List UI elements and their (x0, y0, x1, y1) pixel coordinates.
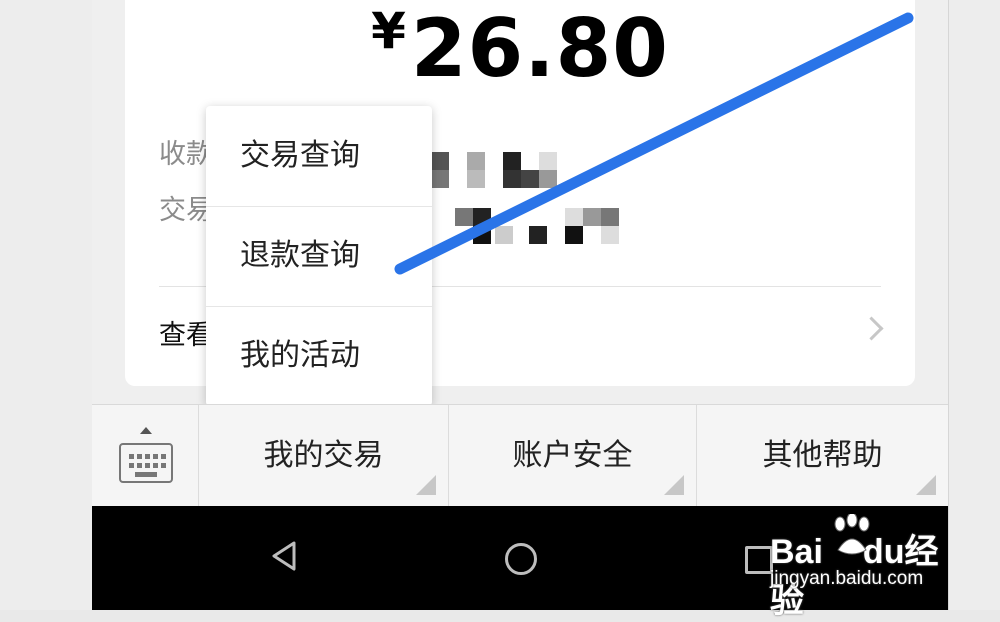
tab-account-security[interactable]: 账户安全 (449, 405, 697, 507)
recent-square-icon[interactable] (745, 546, 773, 574)
menu-item-refund-query[interactable]: 退款查询 (206, 206, 432, 306)
screen-frame-right (948, 0, 1000, 610)
transaction-label: 交易 (159, 195, 213, 226)
bottom-menu-bar: 我的交易 账户安全 其他帮助 (92, 404, 948, 507)
currency-symbol: ¥ (371, 2, 407, 60)
submenu-corner-icon (416, 475, 436, 495)
keyboard-toggle-button[interactable] (92, 405, 199, 507)
submenu-corner-icon (916, 475, 936, 495)
screen-frame-left (0, 0, 93, 610)
tab-label: 账户安全 (512, 438, 633, 473)
paw-icon (834, 514, 870, 555)
back-triangle-icon[interactable] (270, 540, 298, 572)
tab-my-transactions[interactable]: 我的交易 (199, 405, 449, 507)
tab-label: 我的交易 (263, 438, 384, 473)
tab-label: 其他帮助 (762, 438, 883, 473)
keyboard-icon (119, 443, 173, 483)
payment-amount: ¥26.80 (125, 2, 915, 95)
chevron-right-icon[interactable] (859, 316, 884, 341)
caret-up-icon (140, 427, 152, 434)
home-circle-icon[interactable] (505, 543, 537, 575)
popup-menu: 交易查询 退款查询 我的活动 (206, 106, 432, 406)
watermark-url: jingyan.baidu.com (770, 568, 924, 589)
menu-item-my-activities[interactable]: 我的活动 (206, 306, 432, 406)
payee-label: 收款 (159, 139, 213, 170)
amount-value: 26.80 (410, 2, 669, 95)
submenu-corner-icon (664, 475, 684, 495)
menu-item-transaction-query[interactable]: 交易查询 (206, 106, 432, 206)
tab-other-help[interactable]: 其他帮助 (697, 405, 948, 507)
baidu-jingyan-watermark: Bai du经验 jingyan.baidu.com (770, 510, 950, 620)
view-details-row[interactable]: 查看 (159, 313, 213, 352)
